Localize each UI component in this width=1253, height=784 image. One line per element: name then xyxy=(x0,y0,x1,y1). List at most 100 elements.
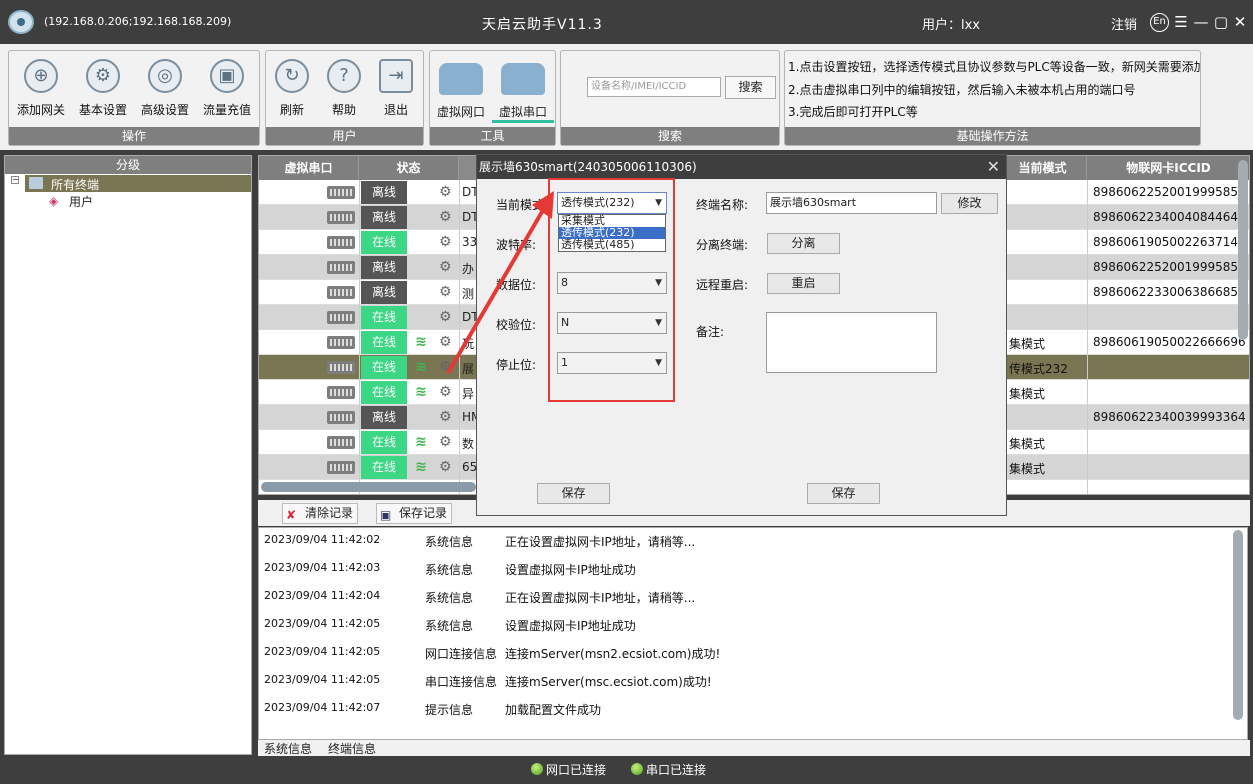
basic-settings-button[interactable]: ⚙ 基本设置 xyxy=(73,57,133,125)
log-time: 2023/09/04 11:42:07 xyxy=(264,701,381,714)
virtual-network-button[interactable]: 虚拟网口 xyxy=(430,57,492,127)
serial-port-icon[interactable] xyxy=(327,461,355,474)
column-header-mode[interactable]: 当前模式 xyxy=(999,156,1087,180)
net-status-text: 网口已连接 xyxy=(546,763,607,777)
language-toggle-icon[interactable]: En xyxy=(1150,13,1169,32)
logout-button[interactable]: 注销 xyxy=(1111,14,1137,33)
status-badge: 在线 xyxy=(361,456,407,479)
serial-port-icon[interactable] xyxy=(327,436,355,449)
search-input[interactable]: 设备名称/IMEI/ICCID xyxy=(587,77,721,97)
minimize-icon[interactable]: — xyxy=(1192,13,1210,31)
table-horizontal-scrollbar[interactable] xyxy=(261,482,476,492)
tools-group-caption: 工具 xyxy=(430,127,555,145)
detach-button[interactable]: 分离 xyxy=(767,233,840,254)
log-message: 设置虚拟网卡IP地址成功 xyxy=(505,619,636,633)
serial-connected-icon xyxy=(631,763,643,775)
status-badge: 离线 xyxy=(361,206,407,229)
table-vertical-scrollbar[interactable] xyxy=(1238,160,1248,340)
detach-label: 分离终端: xyxy=(696,238,749,252)
save-serial-button[interactable]: 保存 xyxy=(537,483,610,504)
serial-port-icon[interactable] xyxy=(327,336,355,349)
clear-log-label: 清除记录 xyxy=(305,506,354,520)
user-node-icon: ◈ xyxy=(49,194,59,208)
tree-node-user[interactable]: ◈ 用户 xyxy=(35,193,155,209)
save-terminal-button[interactable]: 保存 xyxy=(807,483,880,504)
gear-icon[interactable]: ⚙ xyxy=(439,434,452,450)
remark-label: 备注: xyxy=(696,325,725,339)
reboot-button[interactable]: 重启 xyxy=(767,273,840,294)
serial-port-icon[interactable] xyxy=(327,386,355,399)
search-group-caption: 搜索 xyxy=(561,127,779,145)
help-label: 帮助 xyxy=(331,103,356,117)
signal-icon: ≋ xyxy=(415,359,427,375)
device-iccid: 89860622340039993364 xyxy=(1093,410,1246,424)
status-badge: 在线 xyxy=(361,306,407,329)
modify-button[interactable]: 修改 xyxy=(941,193,998,214)
terminal-name-input[interactable]: 展示墙630smart xyxy=(766,192,937,214)
column-header-port[interactable]: 虚拟串口 xyxy=(259,156,359,180)
gear-icon[interactable]: ⚙ xyxy=(439,384,452,400)
virtual-serial-button[interactable]: 虚拟串口 xyxy=(492,57,554,127)
log-message: 设置虚拟网卡IP地址成功 xyxy=(505,563,636,577)
tree-header: 分级 xyxy=(5,156,251,174)
gear-icon[interactable]: ⚙ xyxy=(439,409,452,425)
serial-port-icon[interactable] xyxy=(327,411,355,424)
ops-group: ⊕ 添加网关 ⚙ 基本设置 ◎ 高级设置 ▣ 流量充值 操作 xyxy=(8,50,260,146)
clear-log-button[interactable]: ✘ 清除记录 xyxy=(282,503,359,524)
log-message: 连接mServer(msn2.ecsiot.com)成功! xyxy=(505,647,721,661)
log-tabs: 系统信息 终端信息 xyxy=(258,740,1250,758)
status-badge: 在线 xyxy=(361,356,407,379)
close-icon[interactable]: ✕ xyxy=(1231,13,1249,31)
serial-port-icon[interactable] xyxy=(327,236,355,249)
advanced-settings-button[interactable]: ◎ 高级设置 xyxy=(135,57,195,125)
add-gateway-button[interactable]: ⊕ 添加网关 xyxy=(11,57,71,125)
help-line-2: 2.点击虚拟串口列中的编辑按钮，然后输入未被本机占用的端口号 xyxy=(788,83,1136,97)
serial-port-icon[interactable] xyxy=(327,311,355,324)
tree-node-user-label: 用户 xyxy=(69,195,94,209)
refresh-label: 刷新 xyxy=(279,103,304,117)
tree-expand-icon[interactable]: − xyxy=(11,176,19,184)
serial-port-icon[interactable] xyxy=(327,261,355,274)
close-icon[interactable]: ✕ xyxy=(987,157,1000,176)
maximize-icon[interactable]: ▢ xyxy=(1212,13,1230,31)
serial-port-icon[interactable] xyxy=(327,186,355,199)
gear-icon[interactable]: ⚙ xyxy=(439,459,452,475)
device-name: 65 xyxy=(462,460,478,474)
tree-node-all-label: 所有终端 xyxy=(51,178,100,192)
log-type: 网口连接信息 xyxy=(425,647,498,661)
log-type: 串口连接信息 xyxy=(425,675,498,689)
log-vertical-scrollbar[interactable] xyxy=(1233,530,1243,720)
menu-icon[interactable]: ☰ xyxy=(1172,13,1190,31)
device-iccid: 89860622330063866859 xyxy=(1093,285,1246,299)
save-log-button[interactable]: ▣ 保存记录 xyxy=(376,503,453,524)
signal-icon: ≋ xyxy=(415,459,427,475)
add-gateway-label: 添加网关 xyxy=(16,103,65,117)
help-icon: ? xyxy=(327,59,361,93)
device-iccid: 89860619050022637143 xyxy=(1093,235,1246,249)
column-header-status[interactable]: 状态 xyxy=(359,156,459,180)
help-line-1: 1.点击设置按钮，选择透传模式且协议参数与PLC等设备一致，新网关需要添加 xyxy=(788,60,1201,74)
log-message: 正在设置虚拟网卡IP地址，请稍等... xyxy=(505,535,696,549)
annotation-arrow xyxy=(446,191,554,375)
tab-terminal-info[interactable]: 终端信息 xyxy=(328,740,376,757)
serial-port-icon[interactable] xyxy=(327,211,355,224)
exit-label: 退出 xyxy=(383,103,408,117)
tree-node-all[interactable]: 所有终端 xyxy=(25,175,251,192)
traffic-recharge-button[interactable]: ▣ 流量充值 xyxy=(197,57,257,125)
column-divider xyxy=(359,180,360,494)
serial-port-icon[interactable] xyxy=(327,286,355,299)
remark-textarea[interactable] xyxy=(766,312,937,373)
log-type: 系统信息 xyxy=(425,563,474,577)
net-connected-icon xyxy=(531,763,543,775)
exit-button[interactable]: ⇥ 退出 xyxy=(366,57,426,125)
search-button[interactable]: 搜索 xyxy=(725,76,776,99)
serial-port-icon[interactable] xyxy=(327,361,355,374)
help-button[interactable]: ? 帮助 xyxy=(314,57,374,125)
tools-group: 虚拟网口 虚拟串口 工具 xyxy=(429,50,556,146)
status-badge: 在线 xyxy=(361,331,407,354)
tab-system-info[interactable]: 系统信息 xyxy=(264,740,313,758)
status-badge: 离线 xyxy=(361,256,407,279)
refresh-button[interactable]: ↻ 刷新 xyxy=(262,57,322,125)
log-message: 正在设置虚拟网卡IP地址，请稍等... xyxy=(505,591,696,605)
column-header-iccid[interactable]: 物联网卡ICCID xyxy=(1087,156,1249,180)
